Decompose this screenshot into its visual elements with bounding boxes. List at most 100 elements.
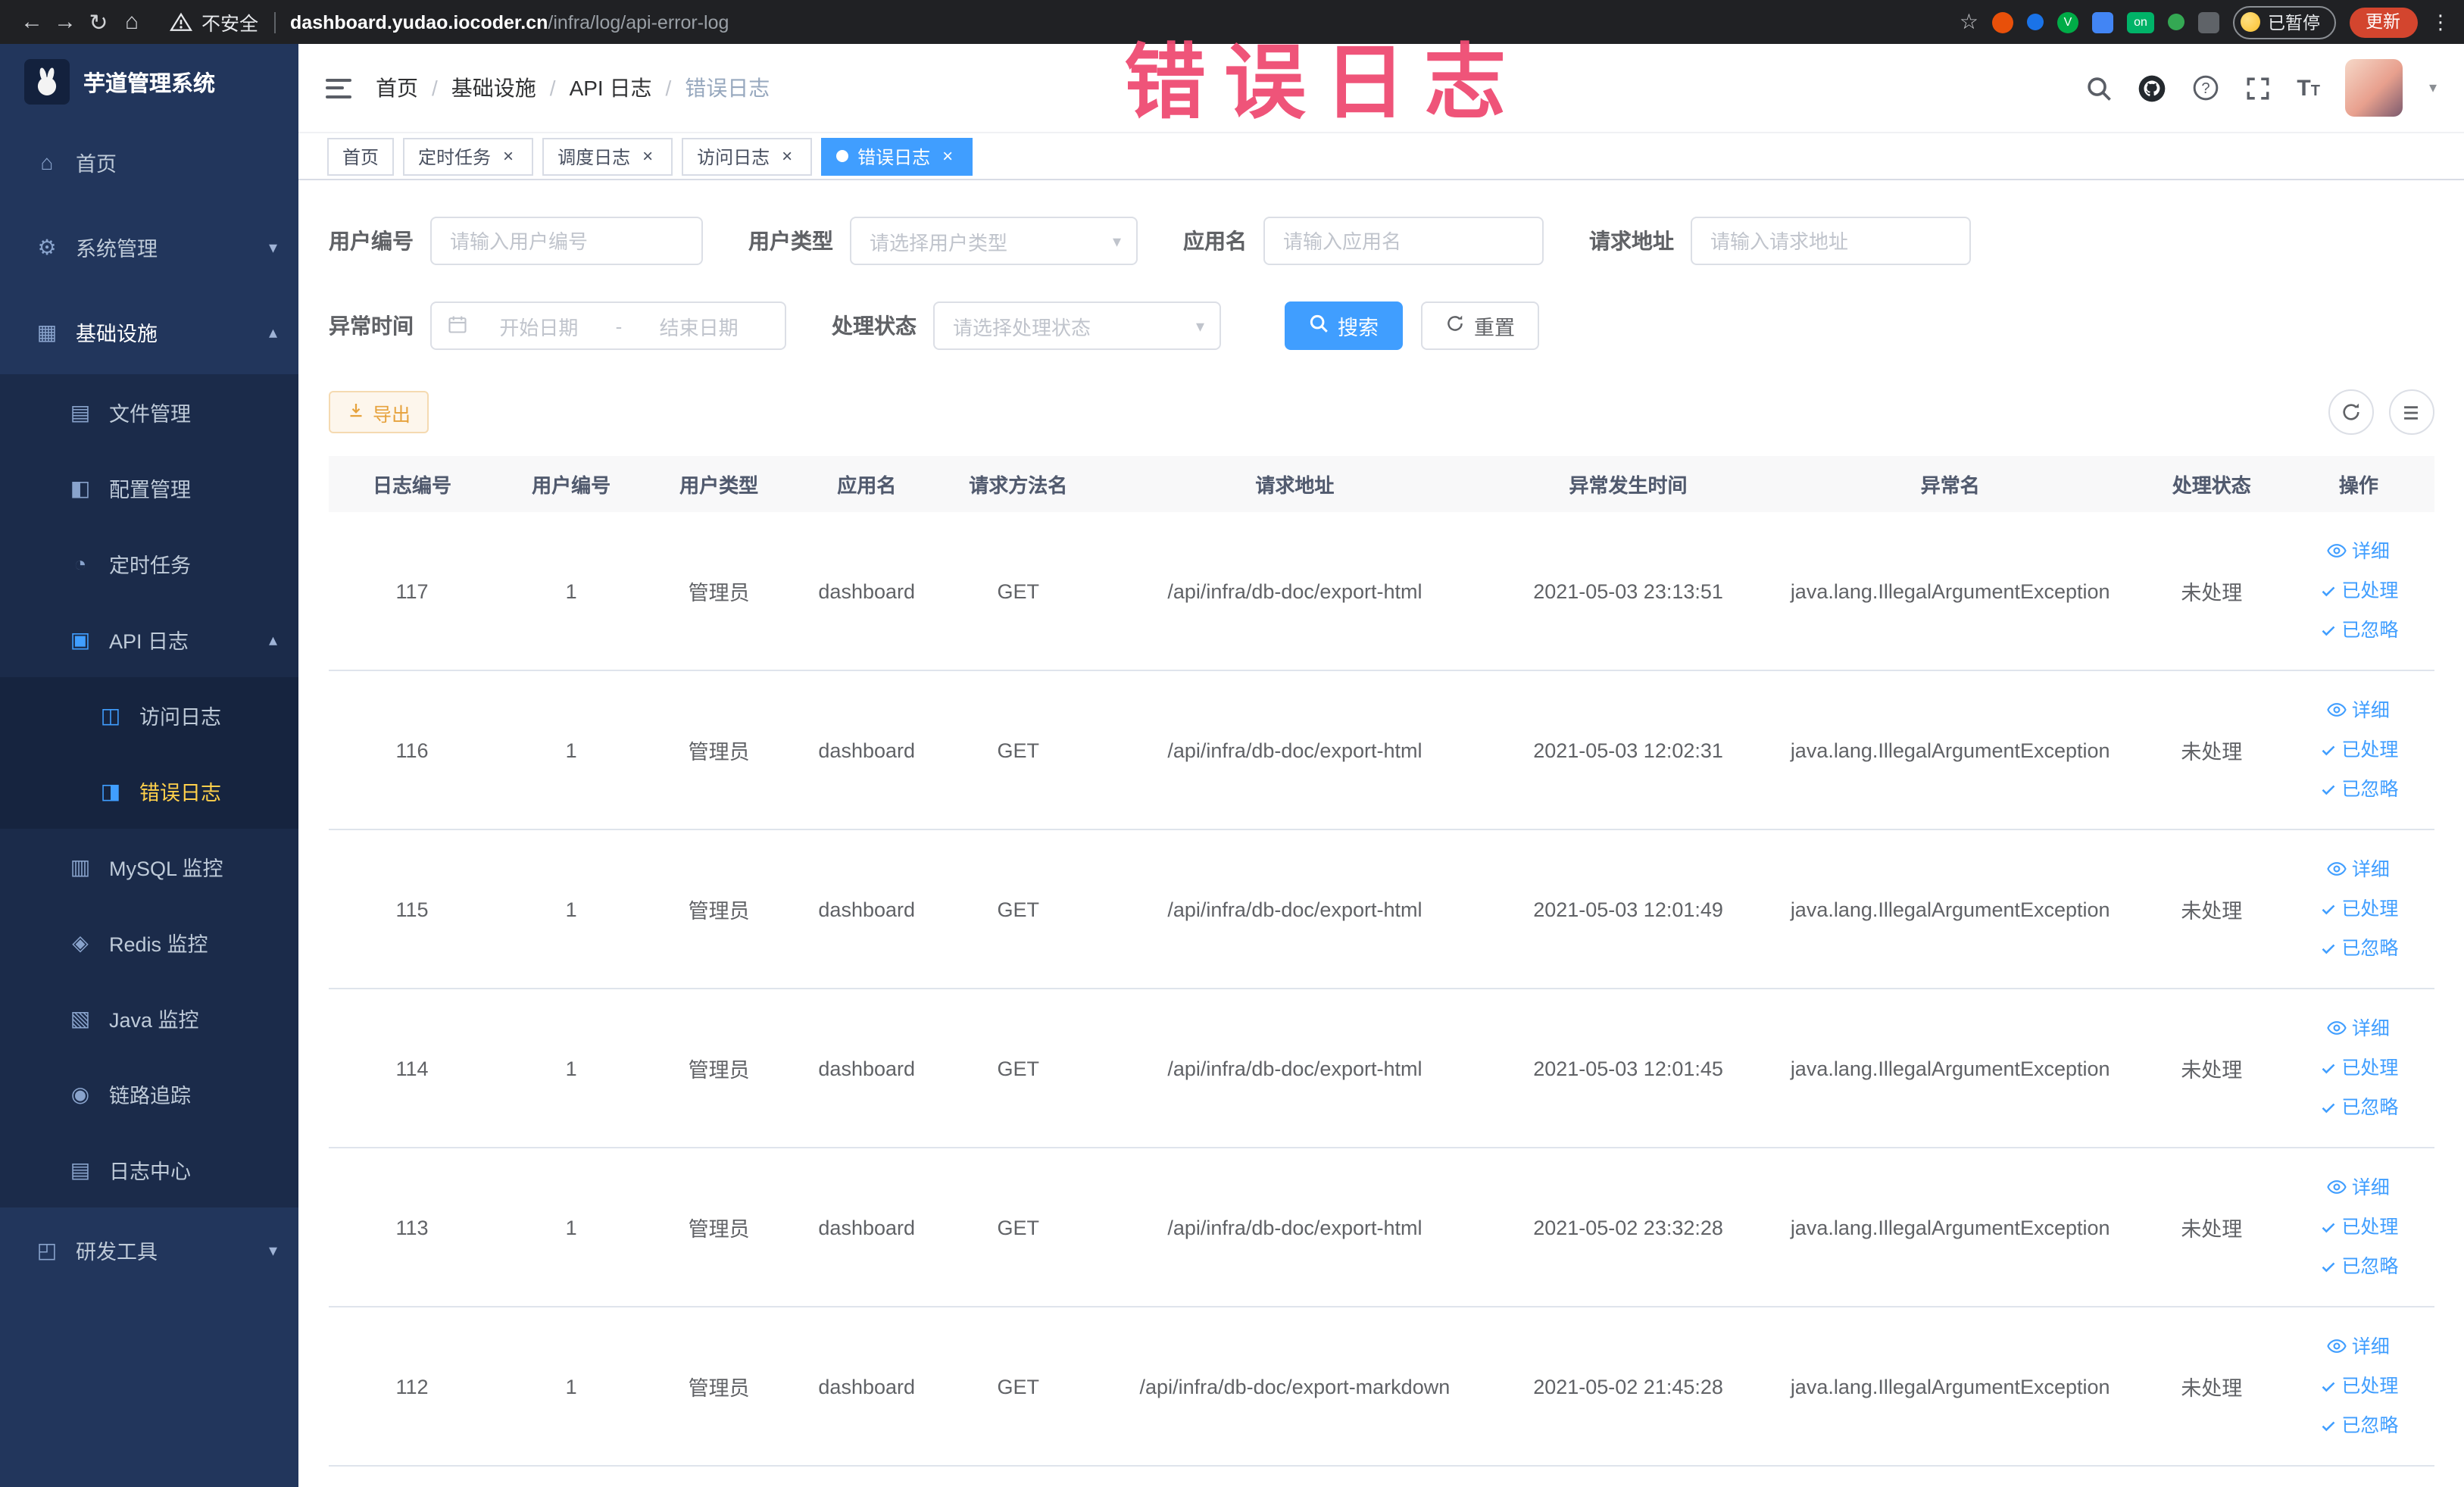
sidebar-item-mysql-monitor[interactable]: ▥ MySQL 监控 [0, 829, 298, 904]
tab-scheduled-job[interactable]: 定时任务 × [403, 137, 534, 175]
detail-link[interactable]: 详细 [2290, 850, 2428, 889]
extension-icon[interactable] [2092, 11, 2113, 33]
avatar[interactable] [2345, 59, 2403, 117]
search-button[interactable]: 搜索 [1285, 301, 1403, 350]
search-icon[interactable] [2086, 75, 2112, 101]
sidebar-item-java-monitor[interactable]: ▧ Java 监控 [0, 980, 298, 1056]
extension-icon[interactable] [2168, 14, 2184, 30]
exception-time-cell: 2021-05-03 12:01:45 [1495, 989, 1761, 1148]
tab-home[interactable]: 首页 [327, 137, 395, 175]
detail-link[interactable]: 详细 [2290, 1168, 2428, 1207]
extension-icon[interactable] [1992, 11, 2013, 33]
extension-icon[interactable] [2027, 14, 2044, 30]
mark-ignored-link[interactable]: 已忽略 [2290, 611, 2428, 650]
sidebar-toggle[interactable] [326, 78, 351, 98]
detail-link[interactable]: 详细 [2290, 691, 2428, 730]
sidebar-item-trace[interactable]: ◉ 链路追踪 [0, 1056, 298, 1132]
sidebar-item-home[interactable]: ⌂ 首页 [0, 120, 298, 205]
sidebar-item-redis-monitor[interactable]: ◈ Redis 监控 [0, 904, 298, 980]
column-settings-button[interactable] [2388, 389, 2434, 435]
col-actions: 操作 [2283, 456, 2434, 512]
user-id-input[interactable] [430, 217, 703, 265]
sidebar-item-system[interactable]: ⚙ 系统管理 ▾ [0, 205, 298, 289]
tab-access-log[interactable]: 访问日志 × [682, 137, 813, 175]
browser-reload-icon[interactable]: ↻ [82, 8, 115, 36]
start-date-placeholder: 开始日期 [499, 316, 579, 339]
sidebar-item-file-manage[interactable]: ▤ 文件管理 [0, 374, 298, 450]
url-path: /infra/log/api-error-log [548, 11, 729, 33]
site-security-chip[interactable]: 不安全 [170, 8, 258, 36]
browser-forward-icon[interactable]: → [48, 9, 82, 35]
status-cell: 未处理 [2139, 829, 2284, 989]
mark-ignored-link[interactable]: 已忽略 [2290, 1088, 2428, 1127]
sidebar-item-log-center[interactable]: ▤ 日志中心 [0, 1132, 298, 1207]
chevron-down-icon[interactable]: ▾ [2429, 80, 2437, 96]
tab-dispatch-log[interactable]: 调度日志 × [542, 137, 673, 175]
sidebar-item-scheduled-job[interactable]: ◔ 定时任务 [0, 526, 298, 601]
exception-name-cell: java.lang.IllegalArgumentException [1760, 1307, 2140, 1467]
browser-menu-icon[interactable]: ⋮ [2431, 10, 2450, 34]
mark-ignored-link[interactable]: 已忽略 [2290, 1406, 2428, 1445]
mark-processed-link[interactable]: 已处理 [2290, 1207, 2428, 1247]
request-url-input[interactable] [1691, 217, 1971, 265]
address-bar[interactable]: dashboard.yudao.iocoder.cn/infra/log/api… [290, 11, 729, 33]
detail-link[interactable]: 详细 [2290, 1327, 2428, 1367]
tab-error-log[interactable]: 错误日志 × [821, 137, 973, 175]
sidebar-item-api-log[interactable]: ▣ API 日志 ▴ [0, 601, 298, 677]
close-icon[interactable]: × [638, 145, 657, 167]
mark-processed-link[interactable]: 已处理 [2290, 889, 2428, 929]
update-button[interactable]: 更新 [2349, 7, 2417, 37]
reset-button[interactable]: 重置 [1421, 301, 1539, 350]
detail-link[interactable]: 详细 [2290, 532, 2428, 571]
user-type-label: 用户类型 [748, 229, 833, 253]
sidebar-item-error-log[interactable]: ◨ 错误日志 [0, 753, 298, 829]
exception-time-cell: 2021-05-03 12:02:31 [1495, 670, 1761, 830]
sidebar-item-dev-tools[interactable]: ◰ 研发工具 ▾ [0, 1207, 298, 1292]
col-exception-time: 异常发生时间 [1495, 456, 1761, 512]
browser-back-icon[interactable]: ← [15, 9, 48, 35]
bookmark-star-icon[interactable]: ☆ [1960, 9, 1978, 35]
extension-on-badge[interactable]: on [2127, 11, 2154, 33]
mark-ignored-link[interactable]: 已忽略 [2290, 929, 2428, 968]
app-name-input[interactable] [1263, 217, 1544, 265]
mark-ignored-link[interactable]: 已忽略 [2290, 770, 2428, 809]
mark-processed-link[interactable]: 已处理 [2290, 571, 2428, 611]
extension-icon[interactable]: V [2057, 11, 2078, 33]
mark-processed-link[interactable]: 已处理 [2290, 1048, 2428, 1088]
breadcrumb-item[interactable]: 基础设施 [451, 73, 536, 103]
close-icon[interactable]: × [938, 145, 957, 167]
mark-processed-link[interactable]: 已处理 [2290, 730, 2428, 770]
infra-submenu: ▤ 文件管理 ◧ 配置管理 ◔ 定时任务 ▣ API 日志 ▴ ◫ 访问日志 ◨… [0, 374, 298, 1207]
mark-processed-link[interactable]: 已处理 [2290, 1367, 2428, 1406]
fullscreen-icon[interactable] [2245, 75, 2271, 101]
font-size-icon[interactable]: TT [2297, 75, 2320, 101]
refresh-button[interactable] [2328, 389, 2373, 435]
browser-home-icon[interactable]: ⌂ [115, 9, 148, 35]
table-row: 115 1 管理员 dashboard GET/api/infra/db-doc/exp… [329, 829, 2434, 989]
exception-time-label: 异常时间 [329, 314, 414, 338]
date-range-picker[interactable]: 开始日期 - 结束日期 [430, 301, 786, 350]
extensions-puzzle-icon[interactable] [2198, 11, 2219, 33]
detail-link[interactable]: 详细 [2290, 1009, 2428, 1048]
export-button[interactable]: 导出 [329, 391, 429, 433]
app-logo[interactable]: 芋道管理系统 [0, 44, 298, 120]
sidebar-item-access-log[interactable]: ◫ 访问日志 [0, 677, 298, 753]
github-icon[interactable] [2138, 73, 2166, 102]
close-icon[interactable]: × [498, 145, 518, 167]
exception-time-cell: 2021-05-02 21:45:28 [1495, 1307, 1761, 1467]
help-icon[interactable]: ? [2192, 74, 2219, 102]
breadcrumb-item[interactable]: 首页 [376, 73, 418, 103]
tools-icon: ◰ [36, 1237, 58, 1261]
profile-button[interactable]: 已暂停 [2233, 5, 2335, 39]
col-status: 处理状态 [2139, 456, 2284, 512]
sidebar-item-config-manage[interactable]: ◧ 配置管理 [0, 450, 298, 526]
process-status-label: 处理状态 [832, 314, 917, 338]
user-type-select[interactable]: 请选择用户类型 ▾ [850, 217, 1138, 265]
close-icon[interactable]: × [777, 145, 797, 167]
sidebar-item-infra[interactable]: ▦ 基础设施 ▴ [0, 289, 298, 374]
search-form: 用户编号 用户类型 请选择用户类型 ▾ 应用名 [329, 217, 2434, 350]
process-status-select[interactable]: 请选择处理状态 ▾ [933, 301, 1221, 350]
mark-ignored-link[interactable]: 已忽略 [2290, 1247, 2428, 1286]
breadcrumb-item[interactable]: API 日志 [570, 73, 652, 103]
app-name-cell: dashboard [791, 1307, 943, 1467]
